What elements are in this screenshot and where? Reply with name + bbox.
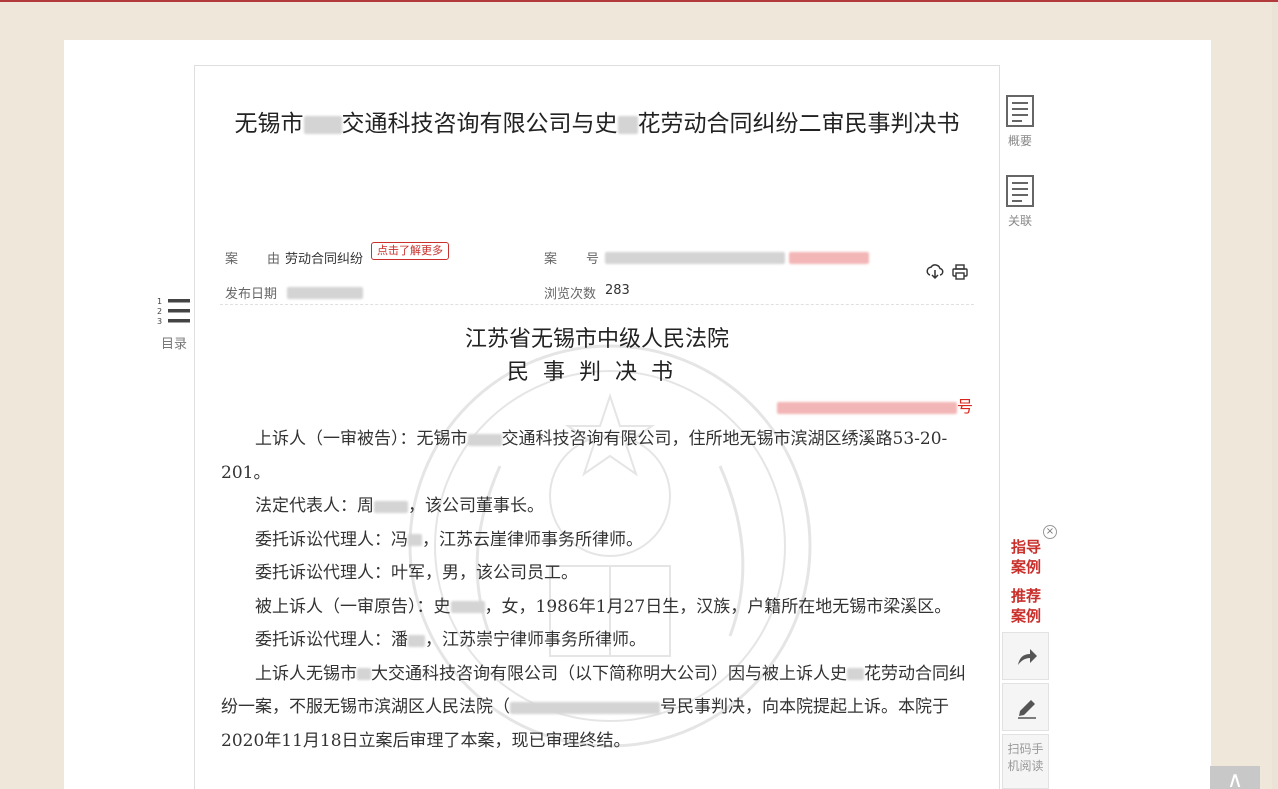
cause-label: 由 xyxy=(267,252,281,267)
paragraph: 上诉人无锡市 大交通科技咨询有限公司（以下简称明大公司）因与被上诉人史 花劳动合同纠… xyxy=(221,663,966,751)
summary-button[interactable]: 概要 xyxy=(1000,95,1040,149)
judgment-body: 上诉人（一审被告）：无锡市 交通科技咨询有限公司，住所地无锡市滨湖区绣溪路53-2… xyxy=(221,423,973,758)
views-count: 283 xyxy=(605,283,630,298)
related-icon xyxy=(1006,175,1034,207)
publish-date-value xyxy=(287,285,363,300)
toc-label: 目录 xyxy=(160,337,187,352)
paragraph: 被上诉人（一审原告）：史 ，女，1986年1月27日生，汉族，户籍所在地无锡市梁溪… xyxy=(255,596,952,617)
related-label: 关联 xyxy=(1007,214,1032,228)
paragraph: 上诉人（一审被告）：无锡市 交通科技咨询有限公司，住所地无锡市滨湖区绣溪路53-2… xyxy=(221,429,948,483)
svg-text:1: 1 xyxy=(157,297,162,306)
views-label: 浏览次数 xyxy=(544,287,597,302)
case-number-value xyxy=(605,250,869,265)
document-title: 无锡市 交通科技咨询有限公司与史 花劳动合同纠纷二审民事判决书 xyxy=(234,111,960,137)
publish-date-label: 发布日期 xyxy=(225,287,278,302)
pencil-icon xyxy=(1018,700,1036,719)
paragraph: 委托诉讼代理人：冯 ，江苏云崖律师事务所律师。 xyxy=(255,529,643,550)
summary-icon xyxy=(1006,95,1034,127)
related-button[interactable]: 关联 xyxy=(1000,175,1040,229)
print-icon[interactable] xyxy=(951,263,969,281)
edit-note-button[interactable] xyxy=(1002,683,1049,731)
paragraph: 法定代表人：周 ，该公司董事长。 xyxy=(255,496,544,516)
redacted-text xyxy=(617,115,638,134)
share-button[interactable] xyxy=(1002,632,1049,680)
paragraph: 委托诉讼代理人：叶军，男，该公司员工。 xyxy=(255,563,578,583)
table-of-contents-button[interactable]: 1 2 3 目录 xyxy=(154,297,194,352)
recommended-cases-link[interactable]: 推荐 案例 xyxy=(1003,586,1049,626)
svg-text:2: 2 xyxy=(157,307,162,316)
scrollbar[interactable] xyxy=(1272,2,1278,789)
judgment-document: 无锡市 交通科技咨询有限公司与史 花劳动合同纠纷二审民事判决书 案 由 劳动合同纠纷… xyxy=(194,65,1000,789)
share-icon xyxy=(1018,649,1037,665)
qr-mobile-read-button[interactable]: 扫码手 机阅读 xyxy=(1002,734,1049,789)
guiding-cases-link[interactable]: 指导 案例 xyxy=(1003,537,1049,577)
top-accent-line xyxy=(0,0,1278,2)
learn-more-button[interactable]: 点击了解更多 xyxy=(371,242,449,260)
back-to-top-button[interactable]: ∧ xyxy=(1210,766,1260,789)
numbered-list-icon: 1 2 3 xyxy=(157,297,190,326)
court-name: 江苏省无锡市中级人民法院 xyxy=(464,327,729,352)
document-type: 民事判决书 xyxy=(506,360,687,385)
summary-label: 概要 xyxy=(1007,134,1032,148)
case-number-label: 号 xyxy=(586,252,600,267)
cause-label: 案 xyxy=(225,252,239,267)
redacted-text xyxy=(303,115,342,134)
svg-text:3: 3 xyxy=(157,317,162,326)
paragraph: 委托诉讼代理人：潘 ，江苏崇宁律师事务所律师。 xyxy=(255,630,646,650)
case-number-label: 案 xyxy=(544,252,558,267)
cause-value: 劳动合同纠纷 xyxy=(285,252,364,267)
judgment-case-number: 号 xyxy=(776,393,973,417)
download-icon[interactable] xyxy=(926,263,944,281)
meta-divider xyxy=(220,304,974,305)
